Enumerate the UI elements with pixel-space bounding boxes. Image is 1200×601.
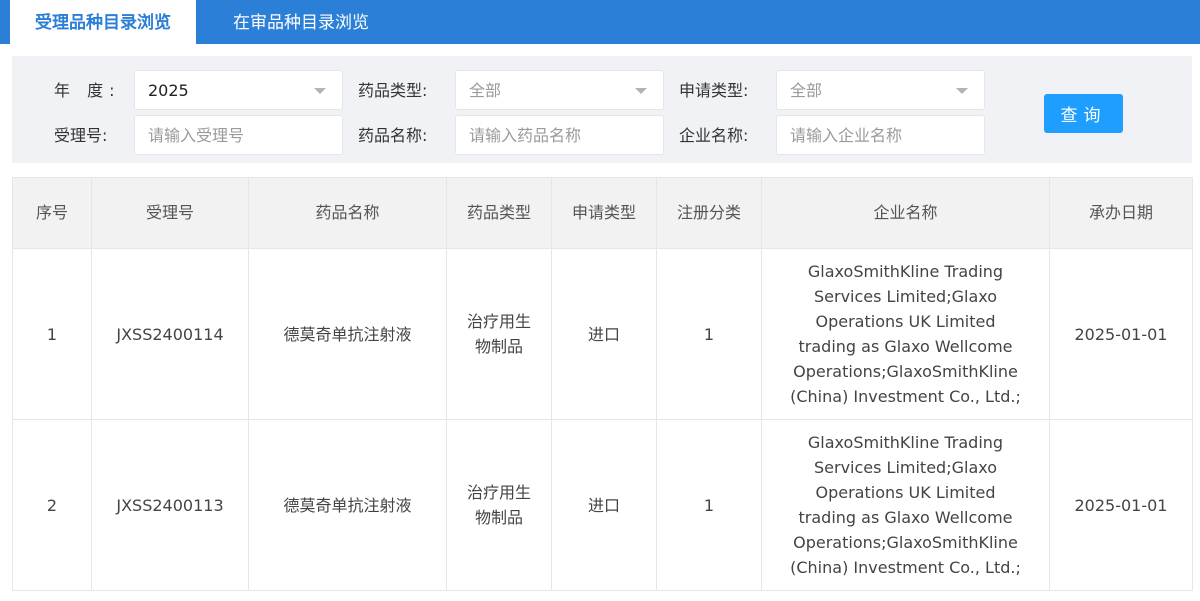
cell-accept-no: JXSS2400113 — [91, 419, 249, 591]
tab-accepted-catalog[interactable]: 受理品种目录浏览 — [10, 0, 196, 44]
cell-date: 2025-01-01 — [1049, 419, 1193, 591]
apply-type-label: 申请类型: — [679, 81, 749, 100]
cell-apply-type: 进口 — [551, 419, 657, 591]
company-label: 企业名称: — [679, 126, 749, 145]
filter-panel: 年 度: 2025 药品类型: 全部 申请类型: 全部 受理号: 药品名称: 企… — [12, 56, 1192, 163]
drug-name-field[interactable] — [455, 115, 664, 155]
cell-index: 1 — [12, 248, 92, 420]
year-label: 年 度: — [54, 81, 121, 100]
cell-date: 2025-01-01 — [1049, 248, 1193, 420]
tab-bar: 受理品种目录浏览 在审品种目录浏览 — [0, 0, 1200, 44]
table-header-row: 序号 受理号 药品名称 药品类型 申请类型 注册分类 企业名称 承办日期 — [12, 177, 1193, 249]
table-row: 1 JXSS2400114 德莫奇单抗注射液 治疗用生物制品 进口 1 Glax… — [12, 248, 1193, 420]
header-date: 承办日期 — [1049, 177, 1193, 249]
table-row: 2 JXSS2400113 德莫奇单抗注射液 治疗用生物制品 进口 1 Glax… — [12, 419, 1193, 591]
company-field[interactable] — [776, 115, 985, 155]
header-accept-no: 受理号 — [91, 177, 249, 249]
company-input[interactable] — [777, 116, 984, 154]
cell-company: GlaxoSmithKline Trading Services Limited… — [761, 419, 1050, 591]
cell-registration-class: 1 — [656, 248, 762, 420]
cell-drug-name: 德莫奇单抗注射液 — [248, 248, 447, 420]
apply-type-select[interactable]: 全部 — [776, 70, 985, 110]
header-registration-class: 注册分类 — [656, 177, 762, 249]
drug-type-select-value: 全部 — [469, 81, 502, 100]
cell-registration-class: 1 — [656, 419, 762, 591]
header-drug-name: 药品名称 — [248, 177, 447, 249]
tab-under-review-catalog[interactable]: 在审品种目录浏览 — [196, 0, 406, 44]
header-apply-type: 申请类型 — [551, 177, 657, 249]
drug-type-label: 药品类型: — [358, 81, 428, 100]
results-table: 序号 受理号 药品名称 药品类型 申请类型 注册分类 企业名称 承办日期 1 J… — [12, 177, 1193, 591]
cell-company: GlaxoSmithKline Trading Services Limited… — [761, 248, 1050, 420]
year-select-value: 2025 — [148, 81, 189, 100]
chevron-down-icon — [314, 88, 326, 94]
drug-type-select[interactable]: 全部 — [455, 70, 664, 110]
accept-no-label: 受理号: — [54, 126, 108, 145]
cell-drug-type: 治疗用生物制品 — [446, 248, 552, 420]
cell-drug-type: 治疗用生物制品 — [446, 419, 552, 591]
chevron-down-icon — [956, 88, 968, 94]
header-company: 企业名称 — [761, 177, 1050, 249]
apply-type-select-value: 全部 — [790, 81, 823, 100]
header-index: 序号 — [12, 177, 92, 249]
cell-apply-type: 进口 — [551, 248, 657, 420]
year-select[interactable]: 2025 — [134, 70, 343, 110]
header-drug-type: 药品类型 — [446, 177, 552, 249]
cell-index: 2 — [12, 419, 92, 591]
accept-no-input[interactable] — [135, 116, 342, 154]
query-button[interactable]: 查询 — [1044, 94, 1123, 133]
drug-name-input[interactable] — [456, 116, 663, 154]
drug-name-label: 药品名称: — [358, 126, 428, 145]
chevron-down-icon — [635, 88, 647, 94]
cell-accept-no: JXSS2400114 — [91, 248, 249, 420]
accept-no-field[interactable] — [134, 115, 343, 155]
cell-drug-name: 德莫奇单抗注射液 — [248, 419, 447, 591]
